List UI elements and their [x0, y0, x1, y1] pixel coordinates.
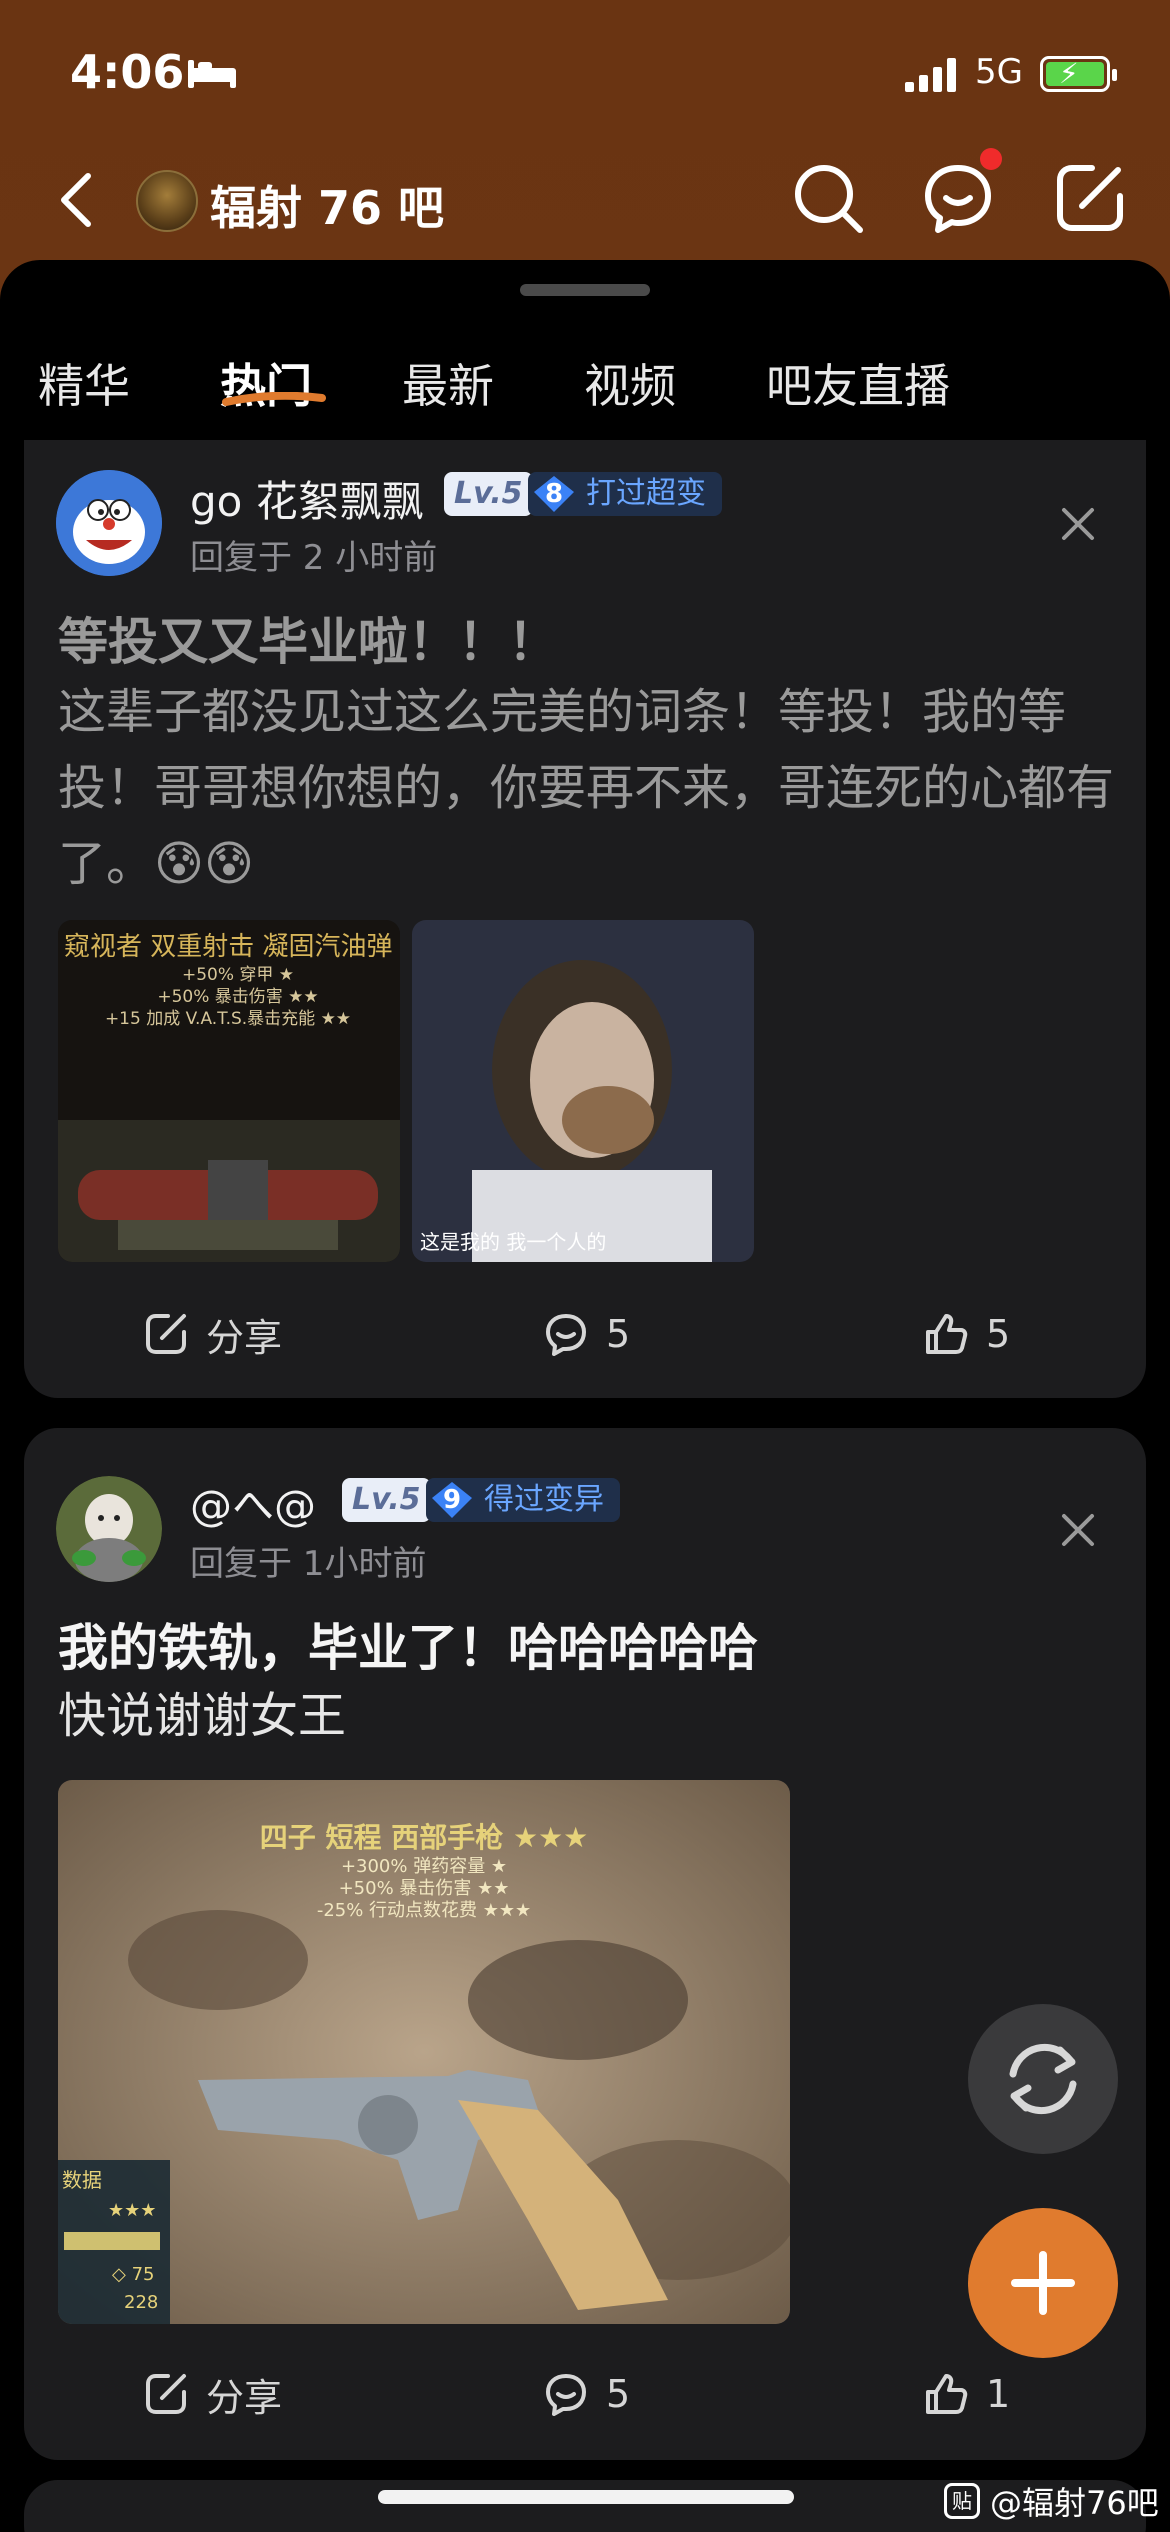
sheet-grabber[interactable]: [520, 284, 650, 296]
comment-button[interactable]: 5: [542, 2354, 630, 2434]
tab-hot[interactable]: 热门: [220, 350, 312, 416]
honor-label: 得过变异: [484, 1482, 604, 1517]
battery-icon: ⚡: [1040, 56, 1117, 92]
post-actions: 分享 5 1: [24, 2354, 1146, 2434]
post-image[interactable]: 窥视者 双重射击 凝固汽油弹 +50% 穿甲 ★ +50% 暴击伤害 ★★ +1…: [58, 920, 400, 1262]
tab-video[interactable]: 视频: [584, 350, 676, 416]
compose-button[interactable]: [968, 2208, 1118, 2358]
forum-avatar[interactable]: [136, 170, 198, 232]
like-button[interactable]: 5: [922, 1294, 1010, 1374]
image-subtitle: 这是我的 我一个人的: [420, 1230, 607, 1254]
thumbs-up-icon: [926, 2374, 968, 2414]
active-tab-indicator: [222, 392, 326, 406]
image-side-value: ◇ 75: [112, 2264, 155, 2285]
image-side-stars: ★★★: [108, 2200, 157, 2221]
avatar[interactable]: [56, 1476, 162, 1582]
search-icon[interactable]: [790, 160, 866, 236]
post-card[interactable]: go 花絮飘飘 Lv.5 8 打过超变 回复于 2 小时前 等投又又毕业啦！！！…: [24, 440, 1146, 1398]
avatar[interactable]: [56, 470, 162, 576]
status-time: 4:06: [70, 45, 185, 99]
share-icon: [146, 2374, 186, 2414]
status-bar: 4:06 5G ⚡: [0, 0, 1170, 150]
close-icon[interactable]: [1056, 1508, 1100, 1552]
post-image[interactable]: 四子 短程 西部手枪 ★★★ +300% 弹药容量 ★ +50% 暴击伤害 ★★…: [58, 1780, 790, 2324]
close-icon[interactable]: [1056, 502, 1100, 546]
thumbs-up-icon: [926, 1314, 968, 1354]
cellular-signal-icon: [905, 58, 956, 92]
tab-bar: 精华 热门 最新 视频 吧友直播: [0, 340, 1170, 440]
comment-icon: [546, 2374, 586, 2416]
like-count: 1: [986, 2372, 1011, 2416]
reply-time: 回复于 1小时前: [190, 1544, 427, 1584]
plus-icon: [1011, 2251, 1075, 2315]
comment-button[interactable]: 5: [542, 1294, 630, 1374]
image-side-label: 数据: [62, 2168, 102, 2192]
image-caption-line: +15 加成 V.A.T.S.暴击充能 ★★: [104, 1009, 352, 1029]
share-icon: [146, 1314, 186, 1354]
forum-title[interactable]: 辐射 76 吧: [210, 172, 444, 238]
home-indicator[interactable]: [378, 2490, 794, 2504]
notification-dot: [980, 148, 1002, 170]
post-body[interactable]: 快说谢谢女王: [58, 1678, 1118, 1754]
comment-count: 5: [606, 2372, 631, 2416]
back-arrow-icon[interactable]: [56, 170, 96, 230]
network-type: 5G: [975, 52, 1023, 92]
post-title[interactable]: 我的铁轨，毕业了！哈哈哈哈哈: [58, 1608, 758, 1680]
sleep-focus-icon: [188, 60, 236, 88]
share-button[interactable]: 分享: [142, 2354, 282, 2434]
share-icon[interactable]: [1052, 160, 1128, 236]
honor-label: 打过超变: [586, 476, 706, 511]
reply-time: 回复于 2 小时前: [190, 538, 438, 578]
tieba-logo-icon: 贴: [944, 2483, 980, 2519]
post-body[interactable]: 这辈子都没见过这么完美的词条！等投！我的等投！哥哥想你想的，你要再不来，哥连死的…: [58, 674, 1118, 902]
refresh-button[interactable]: [968, 2004, 1118, 2154]
honor-badge[interactable]: 9 得过变异: [426, 1478, 620, 1522]
post-image[interactable]: 这是我的 我一个人的: [412, 920, 754, 1262]
image-caption-title: 四子 短程 西部手枪 ★★★: [259, 1821, 589, 1854]
post-actions: 分享 5 5: [24, 1294, 1146, 1374]
share-label: 分享: [206, 2375, 283, 2420]
share-button[interactable]: 分享: [142, 1294, 282, 1374]
tab-latest[interactable]: 最新: [402, 350, 494, 416]
level-badge: Lv.5: [444, 472, 533, 516]
user-name[interactable]: @へ@: [190, 1472, 316, 1533]
tab-featured[interactable]: 精华: [38, 350, 130, 416]
watermark: 贴 @辐射76吧: [944, 2478, 1159, 2524]
honor-badge[interactable]: 8 打过超变: [528, 472, 722, 516]
comment-icon: [546, 1314, 586, 1356]
tab-live[interactable]: 吧友直播: [766, 350, 950, 416]
post-title[interactable]: 等投又又毕业啦！！！: [58, 602, 558, 674]
message-icon[interactable]: [920, 160, 996, 236]
image-caption-line: -25% 行动点数花费 ★★★: [316, 1900, 532, 1921]
like-count: 5: [986, 1312, 1011, 1356]
image-side-value: 228: [124, 2292, 159, 2313]
share-label: 分享: [206, 1315, 283, 1360]
like-button[interactable]: 1: [922, 2354, 1010, 2434]
image-caption-title: 窥视者 双重射击 凝固汽油弹: [64, 932, 393, 962]
refresh-icon: [1009, 2043, 1077, 2115]
watermark-text: @辐射76吧: [990, 2484, 1159, 2522]
comment-count: 5: [606, 1312, 631, 1356]
user-name[interactable]: go 花絮飘飘: [190, 468, 424, 529]
level-badge: Lv.5: [342, 1478, 431, 1522]
